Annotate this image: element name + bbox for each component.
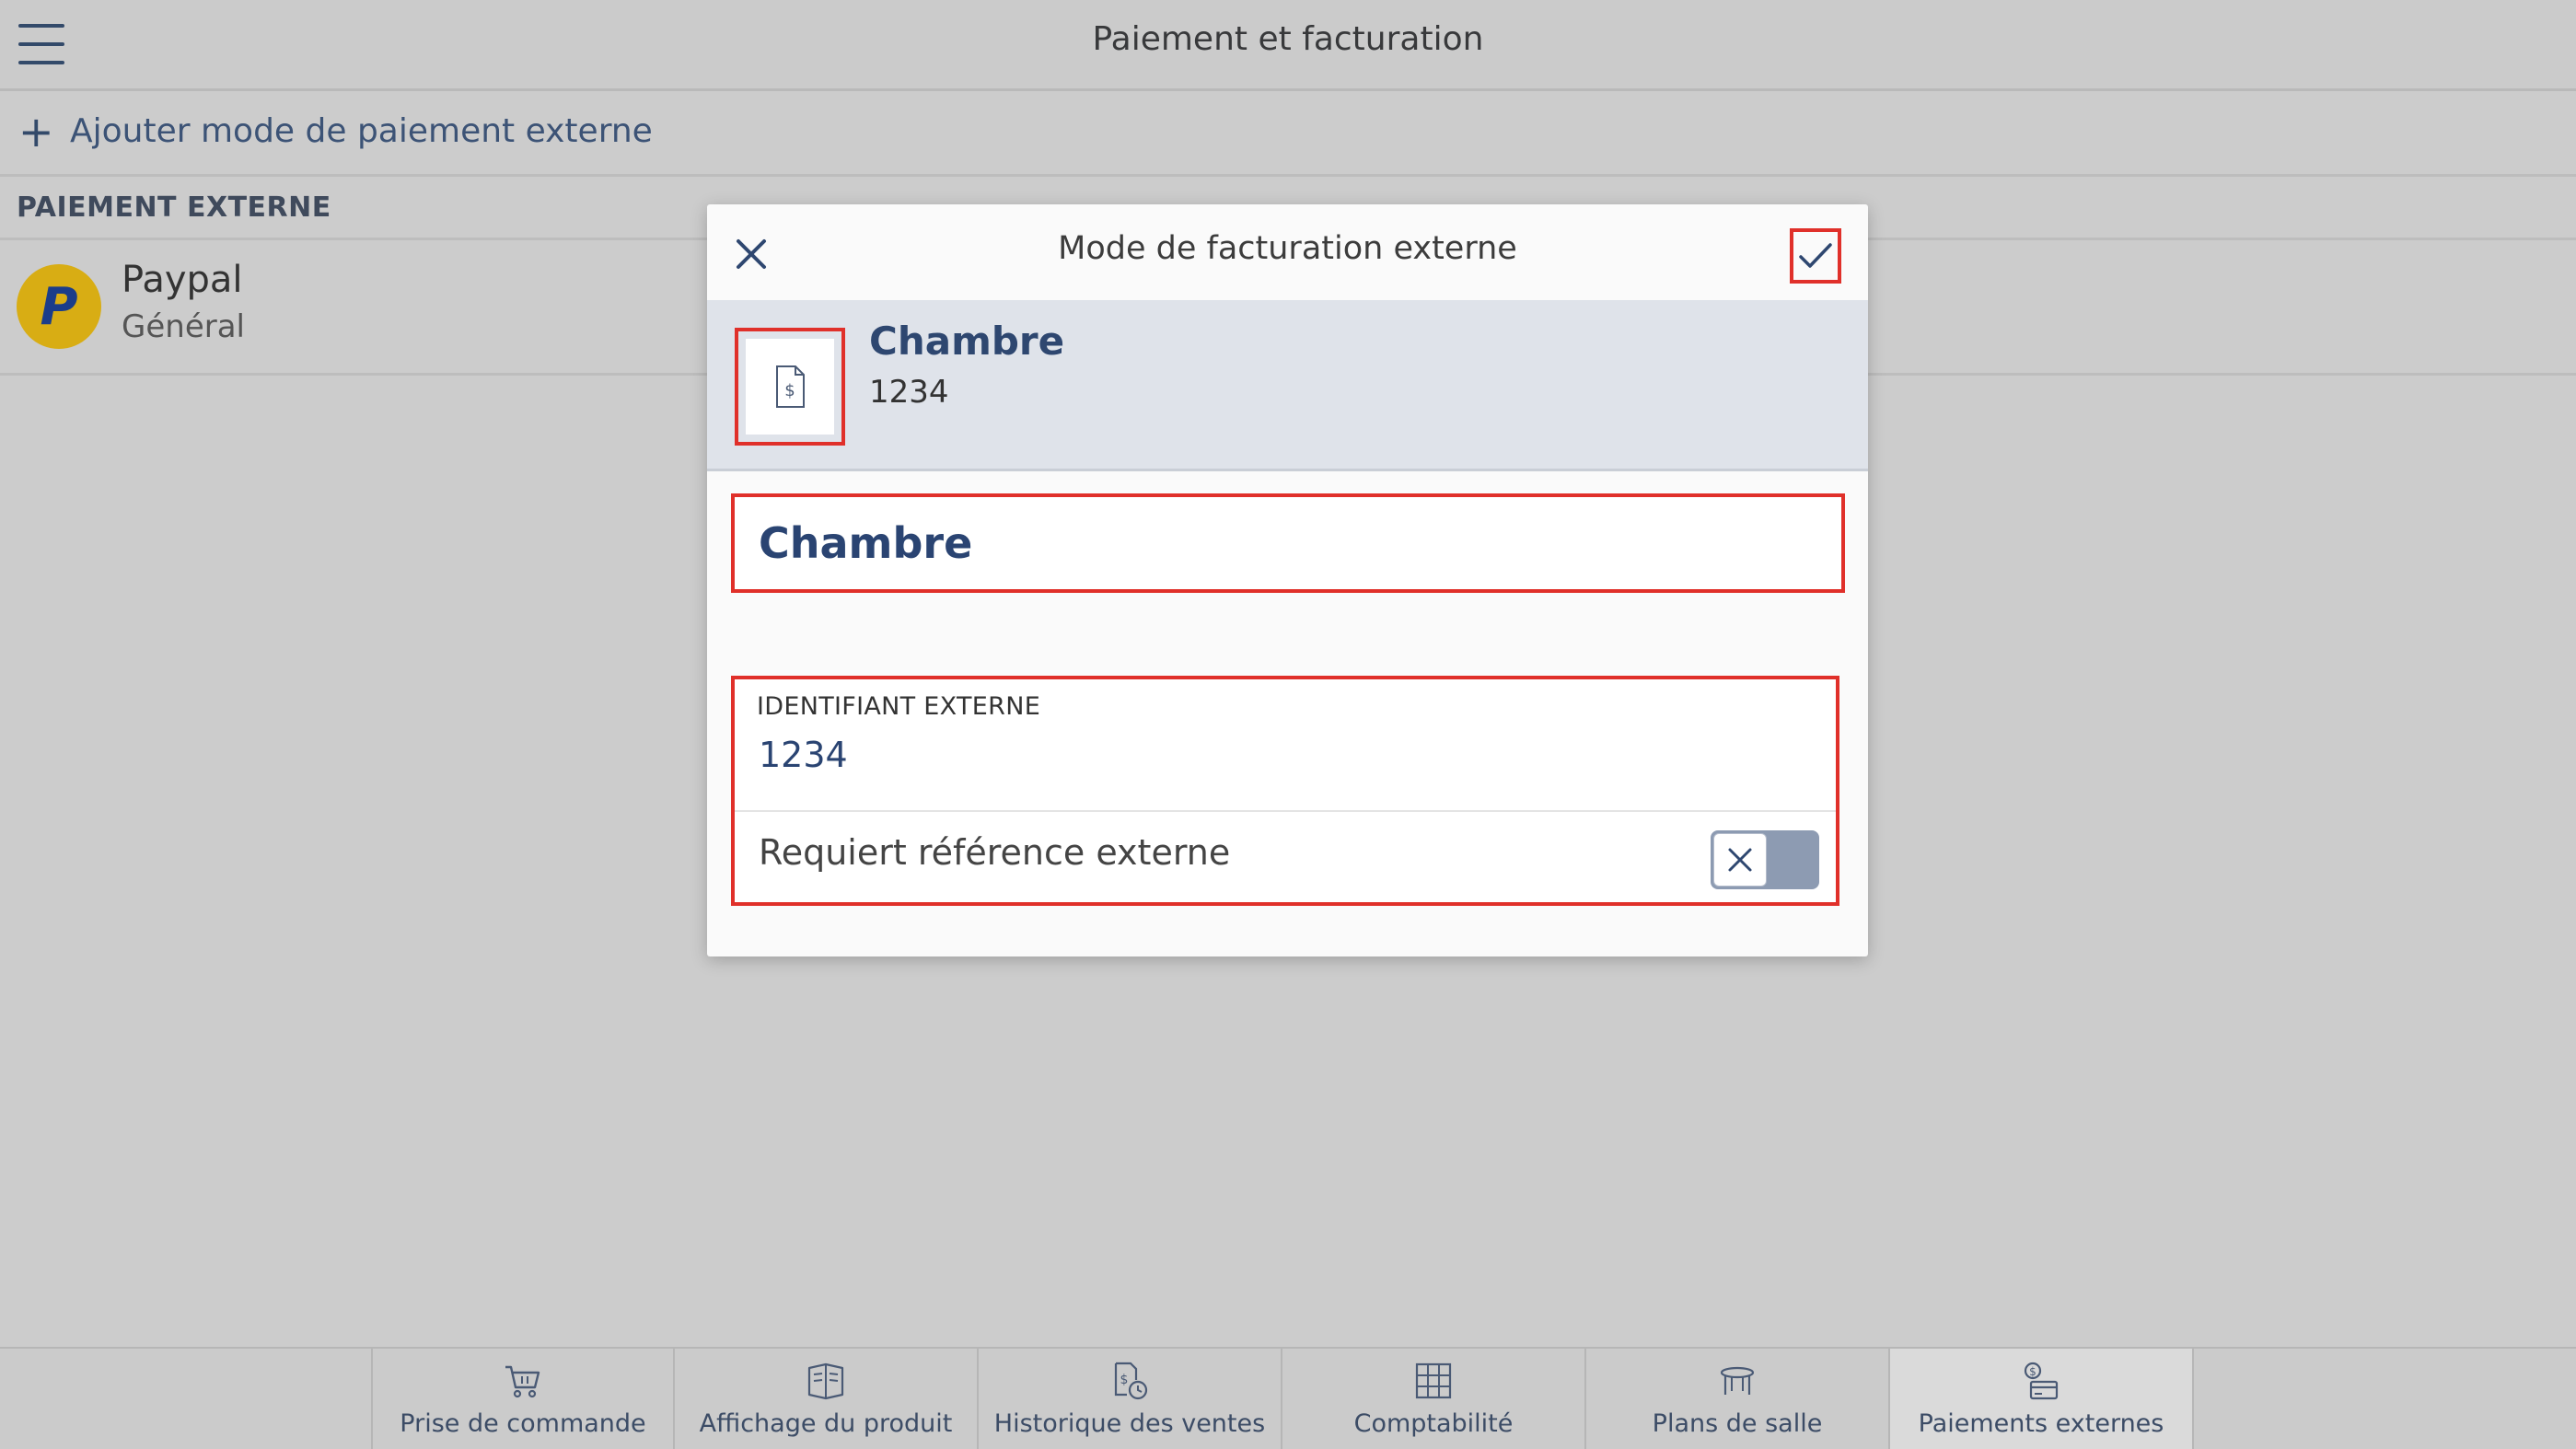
external-id-label: IDENTIFIANT EXTERNE	[757, 692, 1041, 721]
confirm-button[interactable]	[1790, 228, 1841, 284]
plus-icon: +	[18, 107, 54, 156]
external-id-input[interactable]: 1234	[759, 735, 848, 775]
list-item-subtitle: Général	[122, 308, 245, 345]
tab-plans-de-salle[interactable]: Plans de salle	[1586, 1349, 1890, 1449]
icon-picker-preview: $	[746, 339, 834, 435]
checkmark-icon	[1799, 243, 1832, 268]
name-field[interactable]	[731, 493, 1845, 593]
tab-label: Paiements externes	[1918, 1409, 2164, 1438]
tab-paiements-externes[interactable]: $ Paiements externes	[1890, 1349, 2194, 1449]
dialog-title: Mode de facturation externe	[1058, 230, 1517, 267]
tab-comptabilite[interactable]: Comptabilité	[1282, 1349, 1586, 1449]
tab-label: Prise de commande	[400, 1409, 646, 1438]
summary-id: 1234	[869, 374, 949, 411]
list-item-name: Paypal	[122, 259, 243, 301]
tab-prise-de-commande[interactable]: Prise de commande	[371, 1349, 675, 1449]
bottom-tab-bar: Prise de commande Affichage du produit $	[0, 1347, 2576, 1449]
svg-text:$: $	[784, 381, 795, 400]
add-external-payment-label: Ajouter mode de paiement externe	[70, 112, 653, 150]
add-external-payment-button[interactable]: + Ajouter mode de paiement externe	[0, 91, 2576, 177]
sales-history-icon: $	[1114, 1362, 1148, 1400]
external-billing-dialog: Mode de facturation externe $ Chambre 12…	[707, 204, 1868, 956]
tab-label: Affichage du produit	[699, 1409, 953, 1438]
require-reference-label: Requiert référence externe	[759, 832, 1231, 873]
external-id-group: IDENTIFIANT EXTERNE 1234 Requiert référe…	[731, 676, 1839, 906]
icon-picker-button[interactable]: $	[735, 328, 845, 446]
tab-label: Comptabilité	[1353, 1409, 1514, 1438]
tab-label: Historique des ventes	[993, 1409, 1266, 1438]
summary-name: Chambre	[869, 319, 1065, 364]
toggle-knob	[1713, 833, 1767, 887]
page-title: Paiement et facturation	[1092, 20, 1484, 58]
require-reference-toggle[interactable]	[1711, 830, 1819, 889]
divider	[735, 810, 1836, 812]
dialog-header: Mode de facturation externe	[707, 204, 1868, 300]
tab-historique-des-ventes[interactable]: $ Historique des ventes	[979, 1349, 1282, 1449]
svg-text:$: $	[1120, 1373, 1129, 1387]
section-title: PAIEMENT EXTERNE	[17, 191, 331, 224]
top-bar: Paiement et facturation	[0, 0, 2576, 91]
invoice-dollar-icon: $	[776, 365, 805, 408]
tab-label: Plans de salle	[1652, 1409, 1823, 1438]
table-icon	[1720, 1366, 1755, 1395]
paypal-icon: P	[17, 264, 101, 349]
accounting-icon	[1415, 1362, 1452, 1399]
svg-text:$: $	[2029, 1365, 2036, 1378]
product-display-icon	[807, 1362, 844, 1400]
billing-summary: $ Chambre 1234	[707, 300, 1868, 471]
toggle-off-x-icon	[1728, 848, 1752, 872]
tab-affichage-du-produit[interactable]: Affichage du produit	[675, 1349, 979, 1449]
cart-icon	[505, 1365, 540, 1398]
external-payment-icon: $	[2024, 1362, 2059, 1400]
name-input[interactable]	[757, 514, 1773, 573]
